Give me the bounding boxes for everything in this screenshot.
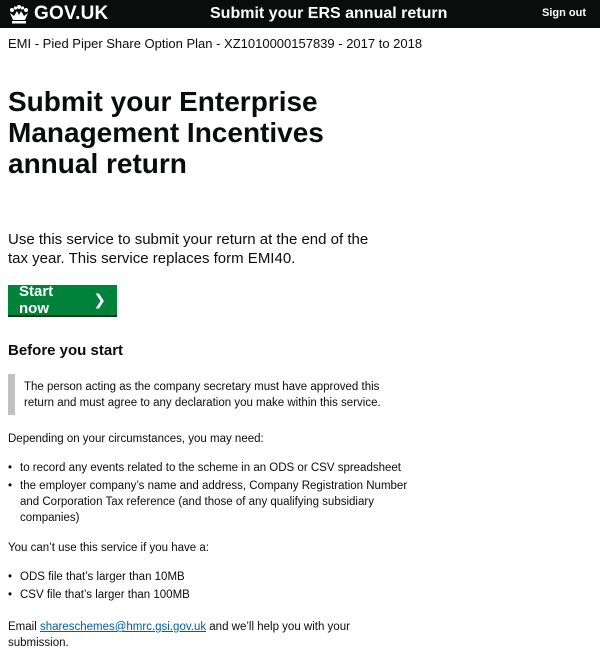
chevron-right-icon: ❯ xyxy=(93,292,106,309)
main-content: Submit your Enterprise Management Incent… xyxy=(8,86,408,651)
global-header: GOV.UK Submit your ERS annual return Sig… xyxy=(0,0,600,28)
email-link[interactable]: shareschemes@hmrc.gsi.gov.uk xyxy=(40,621,206,633)
cant-use-paragraph: You can’t use this service if you have a… xyxy=(8,542,209,554)
inset-text: The person acting as the company secreta… xyxy=(8,374,388,415)
govuk-logo-link[interactable]: GOV.UK xyxy=(8,3,108,25)
start-now-label: Start now xyxy=(19,283,54,317)
may-need-paragraph: Depending on your circumstances, you may… xyxy=(8,433,264,445)
limits-list: ODS file that’s larger than 10MB CSV fil… xyxy=(8,569,408,603)
logo-text: GOV.UK xyxy=(34,3,109,24)
email-help-paragraph: Email shareschemes@hmrc.gsi.gov.uk and w… xyxy=(8,619,368,651)
service-name-link[interactable]: Submit your ERS annual return xyxy=(210,4,447,24)
list-item: to record any events related to the sche… xyxy=(8,460,408,476)
lead-paragraph: Use this service to submit your return a… xyxy=(8,231,369,267)
scheme-reference: EMI - Pied Piper Share Option Plan - XZ1… xyxy=(8,36,423,51)
list-item: CSV file that’s larger than 100MB xyxy=(8,587,408,603)
list-item: the employer company’s name and address,… xyxy=(8,478,408,526)
email-prefix: Email xyxy=(8,621,40,633)
needs-list: to record any events related to the sche… xyxy=(8,460,408,526)
start-now-button[interactable]: Start now ❯ xyxy=(8,283,117,317)
before-you-start-heading: Before you start xyxy=(8,342,124,359)
sign-out-link[interactable]: Sign out xyxy=(542,7,586,19)
list-item: ODS file that’s larger than 10MB xyxy=(8,569,408,585)
page-title: Submit your Enterprise Management Incent… xyxy=(8,86,324,179)
crown-icon xyxy=(10,5,28,24)
